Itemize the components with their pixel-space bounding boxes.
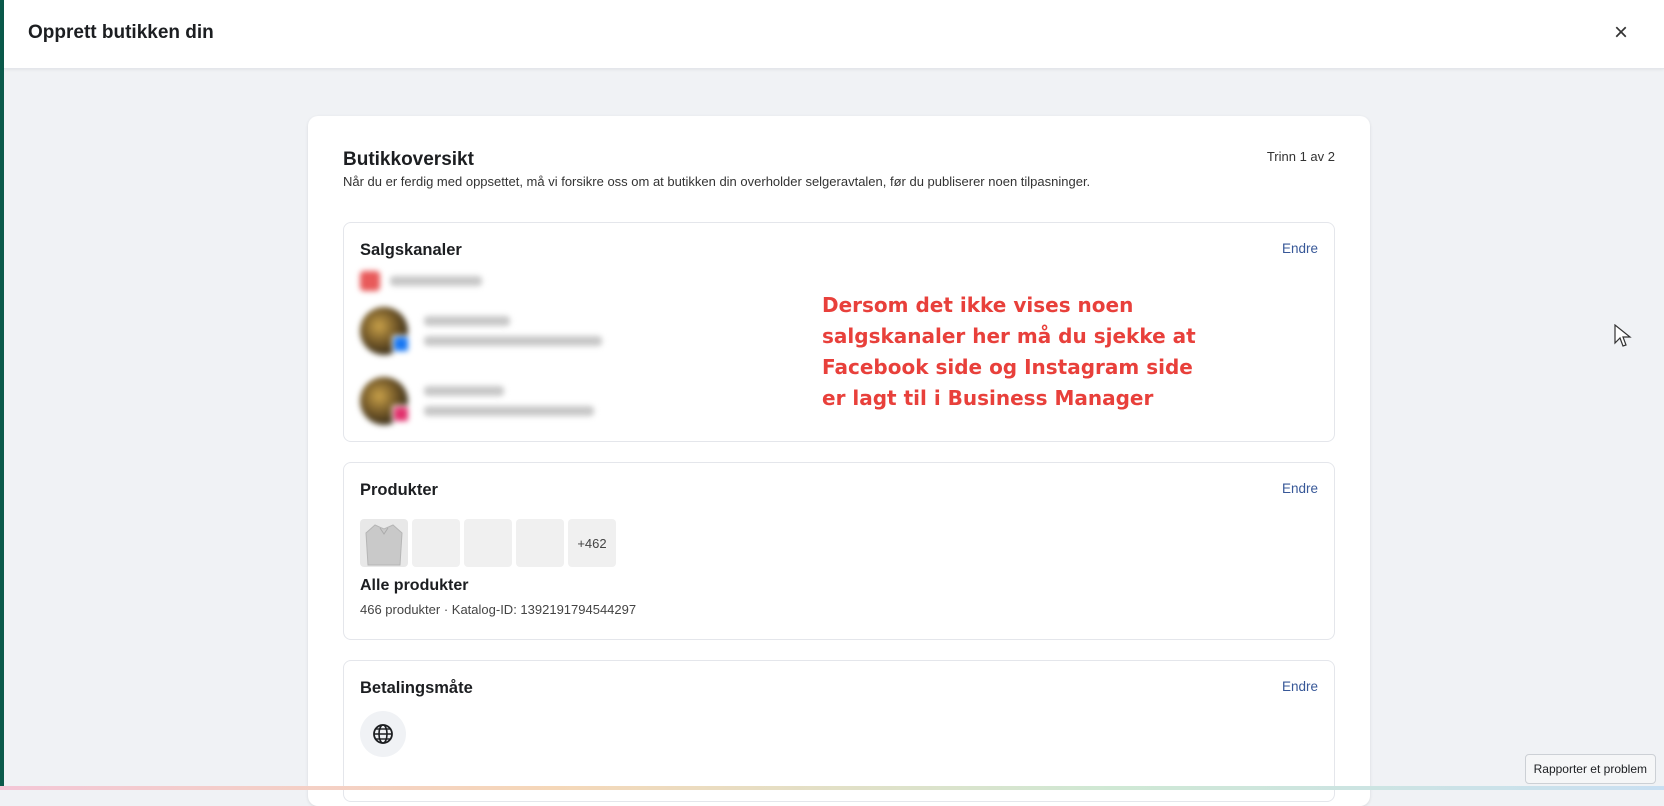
payment-edit-link[interactable]: Endre <box>1282 679 1318 694</box>
page-icon <box>360 271 380 291</box>
product-thumbnail[interactable] <box>464 519 512 567</box>
facebook-badge-icon <box>392 335 410 353</box>
more-products-count[interactable]: +462 <box>568 519 616 567</box>
product-thumbnail[interactable] <box>516 519 564 567</box>
product-thumbnails: +462 <box>360 519 616 567</box>
redacted-channel-text <box>424 316 602 346</box>
page-title: Opprett butikken din <box>28 22 214 43</box>
instagram-badge-icon <box>392 405 410 423</box>
bottom-gradient-strip <box>0 786 1664 790</box>
red-annotation-text: Dersom det ikke vises noen salgskanaler … <box>822 293 1196 410</box>
payment-title: Betalingsmåte <box>360 679 473 697</box>
store-overview-card: Butikkoversikt Når du er ferdig med opps… <box>308 116 1370 806</box>
step-indicator: Trinn 1 av 2 <box>1266 149 1335 164</box>
overview-subtitle: Når du er ferdig med oppsettet, må vi fo… <box>343 174 1091 189</box>
product-set-meta: 466 produkter · Katalog-ID: 139219179454… <box>360 602 637 617</box>
sales-channels-title: Salgskanaler <box>360 241 462 259</box>
product-thumbnail[interactable] <box>360 519 408 567</box>
avatar <box>360 377 410 425</box>
product-thumbnail[interactable] <box>412 519 460 567</box>
sales-channels-edit-link[interactable]: Endre <box>1282 241 1318 256</box>
payment-section: Betalingsmåte Endre <box>343 660 1335 802</box>
window-left-edge <box>0 0 4 790</box>
mouse-cursor-icon <box>1614 324 1632 347</box>
business-page-item <box>360 270 482 292</box>
products-title: Produkter <box>360 481 438 499</box>
top-bar: Opprett butikken din × <box>4 0 1664 69</box>
globe-icon <box>360 711 406 757</box>
products-edit-link[interactable]: Endre <box>1282 481 1318 496</box>
avatar <box>360 307 410 355</box>
product-set-name: Alle produkter <box>360 577 469 594</box>
channel-instagram <box>360 377 594 425</box>
channel-facebook <box>360 307 602 355</box>
shirt-image <box>365 524 403 566</box>
overview-title: Butikkoversikt <box>343 149 474 170</box>
close-icon[interactable]: × <box>1606 18 1636 48</box>
report-problem-button[interactable]: Rapporter et problem <box>1524 754 1656 784</box>
redacted-channel-text <box>424 386 594 416</box>
redacted-text <box>390 276 482 286</box>
products-section: Produkter Endre +462 Alle produkter 466 … <box>343 462 1335 640</box>
